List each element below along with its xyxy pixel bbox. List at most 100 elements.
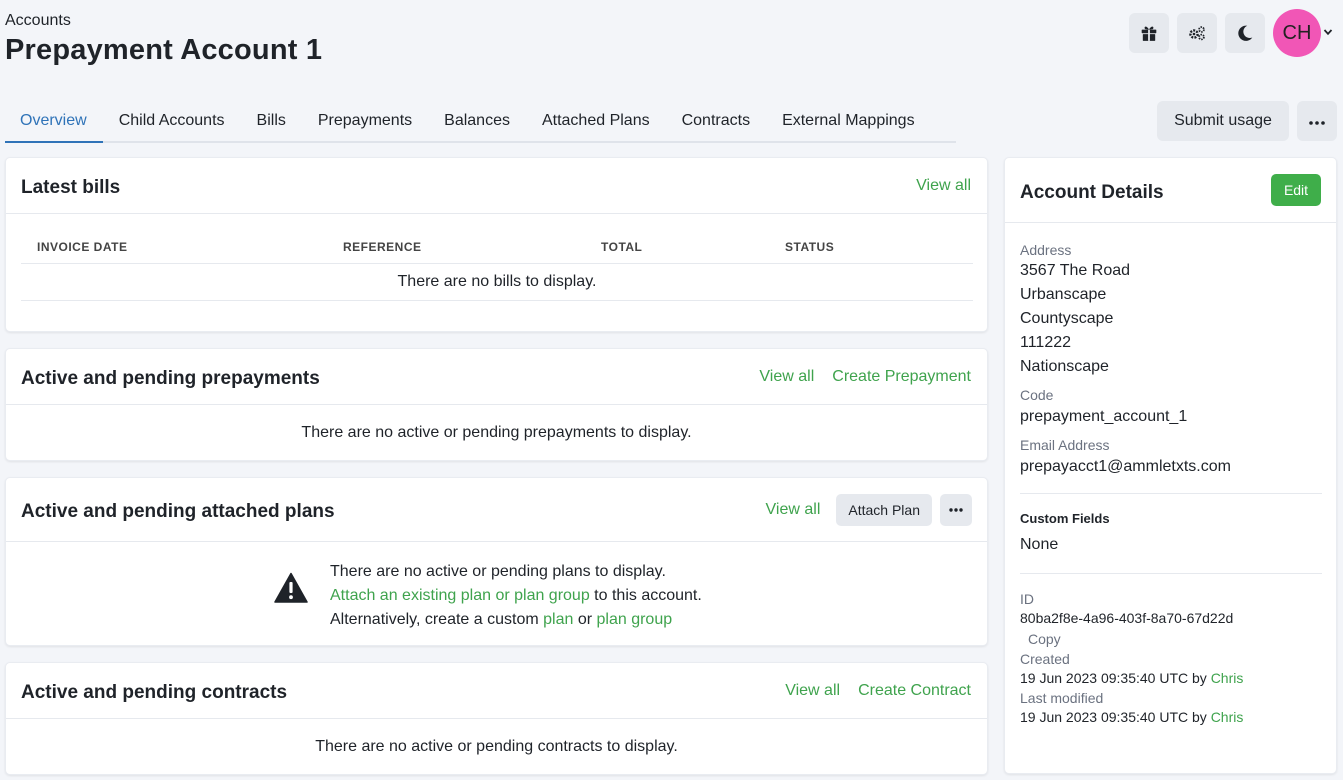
plans-create-line: Alternatively, create a custom plan or p… <box>330 608 702 632</box>
address-line: Countyscape <box>1020 310 1114 327</box>
avatar[interactable]: CH <box>1273 9 1321 57</box>
tab-prepayments[interactable]: Prepayments <box>302 100 428 143</box>
cogs-icon <box>1189 26 1205 41</box>
id-value: 80ba2f8e-4a96-403f-8a70-67d22d <box>1020 610 1234 626</box>
custom-fields-value: None <box>1020 536 1059 553</box>
attach-plan-button[interactable]: Attach Plan <box>836 494 932 526</box>
create-contract-link[interactable]: Create Contract <box>858 682 971 700</box>
warning-icon <box>274 560 308 632</box>
contracts-view-all-link[interactable]: View all <box>785 682 840 700</box>
column-header: TOTAL <box>601 240 643 254</box>
panel-title: Account Details <box>1020 182 1164 203</box>
card-header: Active and pending prepayments View all … <box>6 349 987 405</box>
id-label: ID <box>1020 591 1034 607</box>
created-value: 19 Jun 2023 09:35:40 UTC by Chris <box>1020 668 1322 689</box>
dark-mode-toggle[interactable] <box>1225 13 1265 53</box>
prepayments-card: Active and pending prepayments View all … <box>5 348 988 461</box>
copy-id-button[interactable]: Copy <box>1020 629 1322 650</box>
user-menu[interactable]: CH <box>1273 9 1333 57</box>
prepayments-view-all-link[interactable]: View all <box>759 368 814 386</box>
card-title: Active and pending prepayments <box>21 368 320 389</box>
code-label: Code <box>1020 387 1054 403</box>
plans-or-text: or <box>573 611 597 628</box>
plans-empty-text: There are no active or pending plans to … <box>330 560 702 632</box>
empty-message: There are no bills to display. <box>21 264 973 301</box>
tab-attached-plans[interactable]: Attached Plans <box>526 100 666 143</box>
plans-empty-state: There are no active or pending plans to … <box>274 560 702 632</box>
divider <box>1020 573 1322 574</box>
attached-plans-card: Active and pending attached plans View a… <box>5 477 988 646</box>
attach-existing-plan-link[interactable]: Attach an existing plan or plan group <box>330 587 590 604</box>
moon-icon <box>1238 25 1253 41</box>
tab-contracts[interactable]: Contracts <box>666 100 766 143</box>
created-by-link[interactable]: Chris <box>1211 670 1244 686</box>
card-header: Latest bills View all <box>6 158 987 214</box>
plans-more-button[interactable] <box>940 494 972 526</box>
edit-button[interactable]: Edit <box>1271 174 1321 206</box>
page-title: Prepayment Account 1 <box>5 34 323 66</box>
card-actions: View all Attach Plan <box>766 478 972 542</box>
account-details-panel: Account Details Edit Address 3567 The Ro… <box>1004 157 1337 774</box>
gift-button[interactable] <box>1129 13 1169 53</box>
plans-empty-line: There are no active or pending plans to … <box>330 563 666 580</box>
contracts-card: Active and pending contracts View all Cr… <box>5 662 988 775</box>
plans-attach-line: Attach an existing plan or plan group to… <box>330 584 702 608</box>
tab-balances[interactable]: Balances <box>428 100 526 143</box>
plans-create-prefix: Alternatively, create a custom <box>330 611 544 628</box>
create-prepayment-link[interactable]: Create Prepayment <box>832 368 971 386</box>
address-line: 111222 <box>1020 334 1072 351</box>
address-line: Nationscape <box>1020 358 1109 375</box>
empty-message: There are no active or pending prepaymen… <box>301 424 692 441</box>
modified-label: Last modified <box>1020 690 1104 706</box>
email-value: prepayacct1@ammletxts.com <box>1020 458 1231 475</box>
more-icon <box>949 508 963 512</box>
custom-fields-label: Custom Fields <box>1020 511 1110 526</box>
email-label: Email Address <box>1020 437 1110 453</box>
modified-by-link[interactable]: Chris <box>1211 709 1244 725</box>
latest-bills-card: Latest bills View all INVOICE DATE REFER… <box>5 157 988 332</box>
empty-message: There are no active or pending contracts… <box>315 738 678 755</box>
card-actions: View all Create Prepayment <box>759 349 971 405</box>
create-plan-group-link[interactable]: plan group <box>597 611 673 628</box>
table-header: INVOICE DATE REFERENCE TOTAL STATUS <box>21 234 973 264</box>
tab-external-mappings[interactable]: External Mappings <box>766 100 931 143</box>
modified-value: 19 Jun 2023 09:35:40 UTC by Chris <box>1020 707 1322 728</box>
breadcrumb[interactable]: Accounts <box>5 12 71 30</box>
create-plan-link[interactable]: plan <box>543 611 573 628</box>
created-timestamp: 19 Jun 2023 09:35:40 UTC by <box>1020 670 1211 686</box>
tab-overview[interactable]: Overview <box>5 100 103 143</box>
column-header: STATUS <box>785 240 835 254</box>
tab-bar: Overview Child Accounts Bills Prepayment… <box>5 100 956 143</box>
card-header: Active and pending attached plans View a… <box>6 478 987 542</box>
column-header: INVOICE DATE <box>37 240 128 254</box>
more-actions-button[interactable] <box>1297 101 1337 141</box>
code-value: prepayment_account_1 <box>1020 408 1188 425</box>
divider <box>1020 493 1322 494</box>
created-label: Created <box>1020 651 1070 667</box>
submit-usage-button[interactable]: Submit usage <box>1157 101 1289 141</box>
tab-child-accounts[interactable]: Child Accounts <box>103 100 241 143</box>
address-label: Address <box>1020 242 1072 258</box>
details-body: Address 3567 The Road Urbanscape Countys… <box>1020 241 1322 728</box>
card-actions: View all <box>916 158 971 214</box>
settings-button[interactable] <box>1177 13 1217 53</box>
modified-timestamp: 19 Jun 2023 09:35:40 UTC by <box>1020 709 1211 725</box>
bills-table: INVOICE DATE REFERENCE TOTAL STATUS Ther… <box>21 234 973 301</box>
panel-header: Account Details Edit <box>1005 158 1336 223</box>
top-actions: CH <box>1129 9 1333 57</box>
card-title: Active and pending contracts <box>21 682 288 703</box>
more-icon <box>1309 112 1325 130</box>
card-title: Active and pending attached plans <box>21 501 335 522</box>
card-actions: View all Create Contract <box>785 663 971 719</box>
gift-icon <box>1141 26 1157 41</box>
card-header: Active and pending contracts View all Cr… <box>6 663 987 719</box>
card-title: Latest bills <box>21 177 121 198</box>
tab-bills[interactable]: Bills <box>241 100 302 143</box>
address-line: 3567 The Road <box>1020 262 1131 279</box>
plans-view-all-link[interactable]: View all <box>766 501 821 519</box>
bills-view-all-link[interactable]: View all <box>916 177 971 195</box>
column-header: REFERENCE <box>343 240 422 254</box>
plan-buttons: Attach Plan <box>836 494 972 526</box>
chevron-down-icon[interactable] <box>1323 24 1333 42</box>
address-line: Urbanscape <box>1020 286 1107 303</box>
